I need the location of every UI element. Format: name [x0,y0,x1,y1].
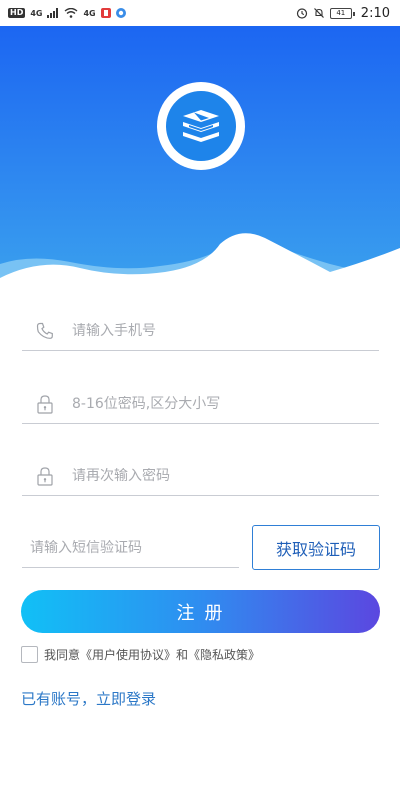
hd-badge: HD [8,8,26,18]
password-input[interactable] [72,395,362,412]
phone-icon [28,322,62,340]
get-code-button[interactable]: 获取验证码 [252,525,380,570]
agreement-text[interactable]: 我同意《用户使用协议》和《隐私政策》 [44,646,260,663]
phone-input[interactable] [72,322,362,339]
logo-inner-circle [166,91,236,161]
lock-icon [28,466,62,486]
signal-icon [47,8,59,18]
register-button[interactable]: 注册 [21,590,380,633]
app-notification-icon [100,8,111,18]
battery-indicator: 41 [329,7,355,19]
browser-notification-icon [115,8,126,18]
alarm-icon [296,8,307,19]
register-screen: HD 4G 4G 41 2:10 请输入手机号 请输入短信验证码 获取验证码 注… [0,0,400,800]
header-banner [0,26,400,286]
status-time: 2:10 [360,5,390,21]
wifi-icon [65,8,78,18]
status-bar: HD 4G 4G 41 2:10 [0,0,400,26]
confirm-password-input[interactable] [72,467,362,484]
mute-bell-icon [313,8,324,18]
sms-code-field [22,528,239,568]
network-4g-badge-2: 4G [83,8,96,18]
phone-field [22,311,379,351]
agreement-row: 我同意《用户使用协议》和《隐私政策》 [21,646,260,663]
status-left: HD 4G 4G [8,8,126,18]
password-field [22,384,379,424]
sms-code-input[interactable] [30,539,230,556]
agreement-checkbox[interactable] [21,646,38,663]
status-right: 41 2:10 [296,6,390,21]
confirm-password-field [22,456,379,496]
stacked-books-icon [183,110,219,142]
network-4g-badge: 4G [30,8,43,18]
lock-icon [28,394,62,414]
app-logo [157,82,245,170]
login-link[interactable]: 已有账号，立即登录 [21,688,156,709]
